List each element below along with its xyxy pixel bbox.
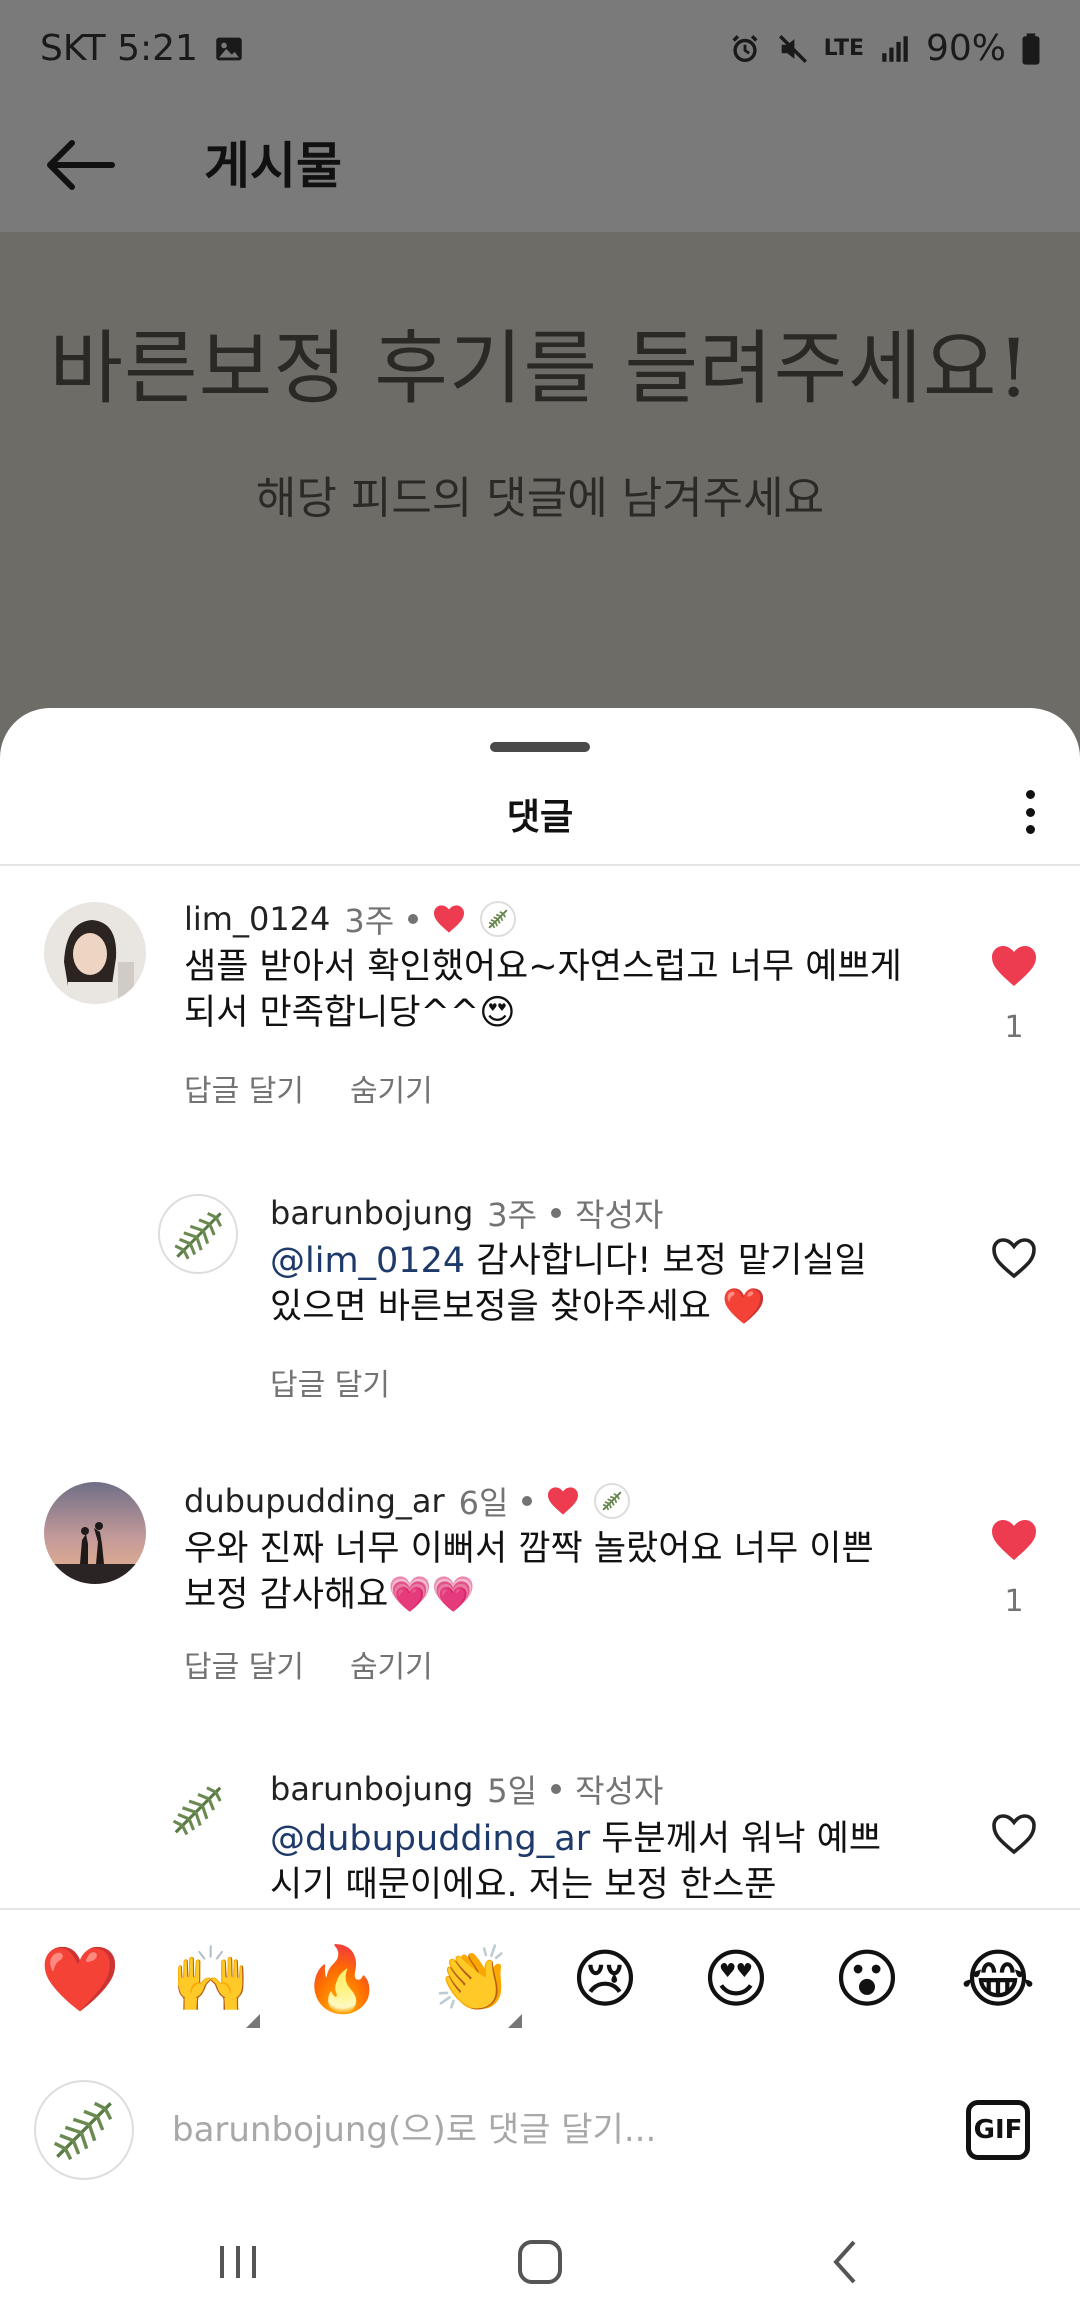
timestamp: 6일 [458, 1484, 509, 1522]
mute-icon [778, 34, 807, 63]
gallery-icon [216, 37, 242, 60]
post-image: 바른보정 후기를 들려주세요! 해당 피드의 댓글에 남겨주세요 [0, 232, 1080, 752]
separator-dot [551, 1784, 562, 1794]
quick-reactions-bar: ❤️ 🙌 🔥 👏 😢 😍 😮 😂 [0, 1908, 1080, 2058]
like-heart-outline-icon[interactable] [990, 1236, 1038, 1280]
comment-text: 샘플 받아서 확인했어요~자연스럽고 너무 예쁘게 되서 만족합니당^^😍 [184, 947, 902, 1033]
comment-text: @dubupudding_ar 두분께서 워낙 예쁘시기 때문이에요. 저는 보… [270, 1816, 910, 1908]
username[interactable]: dubupudding_ar [184, 1482, 445, 1520]
avatar[interactable] [158, 1194, 238, 1274]
like-count: 1 [1004, 1584, 1024, 1619]
comment-input[interactable]: barunbojung(으)로 댓글 달기... [172, 2102, 656, 2151]
skin-tone-indicator-icon [508, 2014, 522, 2028]
comment-composer: barunbojung(으)로 댓글 달기... GIF [0, 2058, 1080, 2198]
like-column: 1 [984, 1518, 1044, 1619]
mention-link[interactable]: @lim_0124 [270, 1241, 465, 1281]
skin-tone-indicator-icon [246, 2014, 260, 2028]
comment-username-row: dubupudding_ar 6일 [184, 1478, 631, 1524]
status-bar: SKT 5:21 LTE 90% [0, 0, 1080, 98]
mention-link[interactable]: @dubupudding_ar [270, 1819, 590, 1859]
comment-username-row: barunbojung 3주 작성자 [270, 1190, 663, 1236]
reaction-clapping-hands[interactable]: 👏 [428, 1940, 518, 2020]
page-title: 게시물 [204, 137, 342, 195]
username[interactable]: barunbojung [270, 1770, 473, 1808]
creator-avatar-badge-icon [480, 901, 517, 937]
comments-sheet: 댓글 lim_0124 3주 샘플 받아서 확인했어요~자연스럽고 너무 예쁘게… [0, 708, 1080, 2316]
comment-item: lim_0124 3주 샘플 받아서 확인했어요~자연스럽고 너무 예쁘게 되서… [0, 866, 1080, 1156]
reaction-raising-hands[interactable]: 🙌 [166, 1940, 256, 2020]
gif-button[interactable]: GIF [966, 2100, 1030, 2160]
reply-item: barunbojung 3주 작성자 @lim_0124 감사합니다! 보정 맡… [0, 1156, 1080, 1442]
separator-dot [408, 914, 419, 924]
my-avatar [34, 2080, 134, 2180]
separator-dot [551, 1208, 562, 1218]
comment-actions: 답글 달기 숨기기 [184, 1066, 433, 1110]
like-count: 1 [1004, 1010, 1024, 1045]
reply-button[interactable]: 답글 달기 [184, 1066, 304, 1110]
drag-handle[interactable] [490, 742, 590, 752]
creator-avatar-badge-icon [594, 1483, 631, 1519]
carrier-time: SKT 5:21 [40, 28, 198, 69]
comment-text: 우와 진짜 너무 이뻐서 깜짝 놀랐어요 너무 이쁜 보정 감사해요💗💗 [184, 1529, 874, 1615]
battery-icon [1022, 32, 1040, 65]
comment-username-row: barunbojung 5일 작성자 [270, 1766, 663, 1812]
comment-actions: 답글 달기 [270, 1360, 390, 1404]
comment-username-row: lim_0124 3주 [184, 896, 517, 942]
back-icon[interactable] [816, 2232, 876, 2292]
reaction-heart-eyes[interactable]: 😍 [691, 1940, 781, 2020]
battery-percent: 90% [925, 28, 1006, 69]
recent-apps-icon[interactable] [208, 2232, 268, 2292]
home-icon[interactable] [510, 2232, 570, 2292]
reaction-fire[interactable]: 🔥 [297, 1940, 387, 2020]
more-options-icon[interactable] [1010, 786, 1050, 838]
avatar[interactable] [44, 1482, 146, 1584]
hide-button[interactable]: 숨기기 [350, 1066, 433, 1110]
signal-icon [882, 35, 908, 62]
sheet-title: 댓글 [506, 797, 574, 838]
username[interactable]: lim_0124 [184, 900, 330, 938]
comment-item: dubupudding_ar 6일 우와 진짜 너무 이뻐서 깜짝 놀랐어요 너… [0, 1442, 1080, 1732]
comments-list[interactable]: lim_0124 3주 샘플 받아서 확인했어요~자연스럽고 너무 예쁘게 되서… [0, 866, 1080, 1912]
post-headline: 바른보정 후기를 들려주세요! [49, 322, 1031, 415]
avatar[interactable] [44, 902, 146, 1004]
like-heart-filled-icon[interactable] [990, 944, 1038, 988]
reaction-surprised-face[interactable]: 😮 [822, 1940, 912, 2020]
top-app-bar: 게시물 [0, 98, 1080, 232]
back-arrow-icon[interactable] [40, 130, 120, 200]
like-column: 1 [984, 944, 1044, 1045]
reaction-tears-of-joy[interactable]: 😂 [953, 1940, 1043, 2020]
reply-button[interactable]: 답글 달기 [270, 1360, 390, 1404]
creator-liked-heart-icon [434, 905, 465, 933]
like-heart-filled-icon[interactable] [990, 1518, 1038, 1562]
author-label: 작성자 [575, 1196, 664, 1234]
system-navigation-bar [0, 2198, 1080, 2316]
like-column [984, 1236, 1044, 1284]
hide-button[interactable]: 숨기기 [350, 1642, 433, 1686]
comment-text: @lim_0124 감사합니다! 보정 맡기실일 있으면 바른보정을 찾아주세요… [270, 1238, 910, 1330]
post-subtitle: 해당 피드의 댓글에 남겨주세요 [255, 473, 825, 524]
like-column [984, 1812, 1044, 1860]
timestamp: 5일 [487, 1772, 538, 1810]
like-heart-outline-icon[interactable] [990, 1812, 1038, 1856]
username[interactable]: barunbojung [270, 1194, 473, 1232]
reaction-heart[interactable]: ❤️ [35, 1940, 125, 2020]
network-type: LTE [823, 35, 864, 61]
timestamp: 3주 [344, 902, 395, 940]
timestamp: 3주 [487, 1196, 538, 1234]
comment-actions: 답글 달기 숨기기 [184, 1642, 433, 1686]
alarm-icon [732, 34, 758, 62]
reply-button[interactable]: 답글 달기 [184, 1642, 304, 1686]
author-label: 작성자 [575, 1772, 664, 1810]
avatar[interactable] [158, 1770, 238, 1850]
reaction-crying-face[interactable]: 😢 [560, 1940, 650, 2020]
separator-dot [522, 1496, 533, 1506]
creator-liked-heart-icon [548, 1487, 579, 1515]
reply-item: barunbojung 5일 작성자 @dubupudding_ar 두분께서 … [0, 1732, 1080, 1912]
